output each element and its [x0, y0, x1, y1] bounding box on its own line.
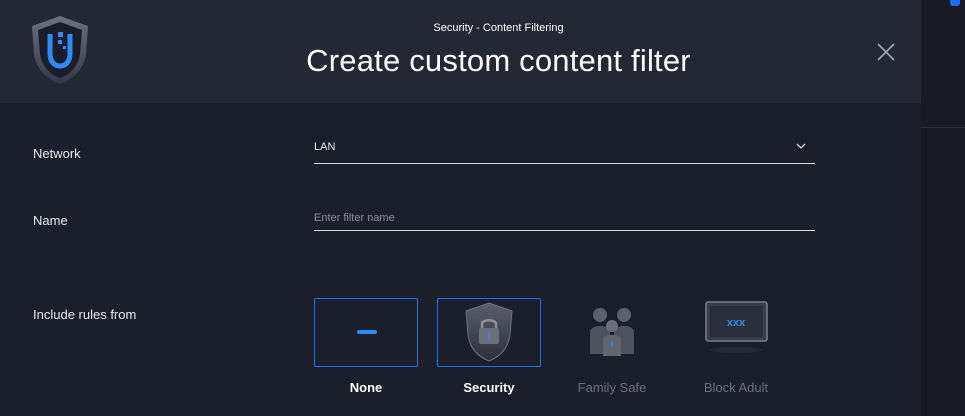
xxx-screen-icon: xxx [705, 301, 768, 353]
background-indicator [950, 0, 960, 6]
network-select[interactable]: LAN [314, 136, 815, 164]
family-icon [590, 308, 634, 356]
modal-title: Create custom content filter [306, 43, 691, 78]
rule-option-security-label: Security [463, 380, 515, 395]
rule-option-family-safe[interactable] [560, 298, 664, 367]
create-filter-modal: Security - Content Filtering Create cust… [0, 0, 921, 416]
modal-subtitle: Security - Content Filtering [433, 22, 564, 34]
include-rules-label: Include rules from [33, 307, 137, 322]
name-label: Name [33, 213, 68, 228]
rule-option-security[interactable] [437, 298, 541, 367]
close-icon[interactable] [874, 40, 898, 64]
rule-option-block-adult-label: Block Adult [703, 380, 769, 395]
chevron-down-icon[interactable] [795, 141, 807, 151]
network-value: LAN [314, 141, 336, 153]
rule-option-none[interactable] [314, 298, 418, 367]
dash-icon [357, 330, 377, 334]
rule-option-block-adult[interactable]: xxx [684, 298, 788, 367]
modal-header: Security - Content Filtering Create cust… [0, 0, 921, 103]
svg-text:xxx: xxx [727, 317, 746, 329]
rule-option-none-label: None [349, 380, 383, 395]
network-label: Network [33, 146, 81, 161]
shield-lock-icon [465, 302, 513, 362]
rule-option-family-safe-label: Family Safe [577, 380, 647, 395]
filter-name-input[interactable] [314, 205, 815, 231]
